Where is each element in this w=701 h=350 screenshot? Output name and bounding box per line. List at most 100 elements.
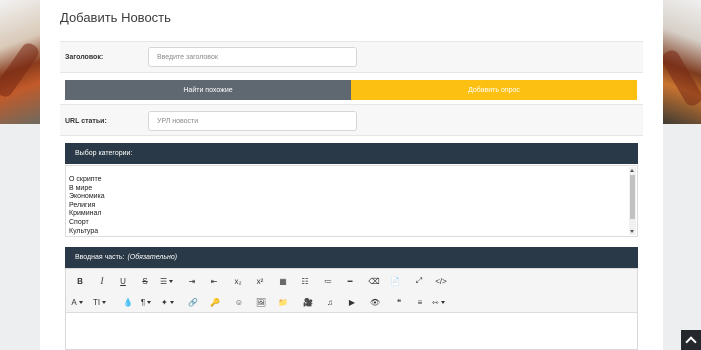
bold-button[interactable]: B — [74, 274, 86, 288]
left-decorative-banner — [0, 0, 40, 124]
add-news-panel: Добавить Новость Заголовок: Найти похожи… — [40, 0, 663, 350]
chevron-up-icon — [685, 336, 697, 348]
caret-down-icon — [169, 279, 174, 283]
font-color-icon: A — [71, 297, 77, 307]
category-option[interactable]: Религия — [69, 202, 105, 211]
category-option[interactable]: В мире — [69, 185, 105, 194]
unordered-list-icon: ☷ — [301, 276, 309, 286]
category-option[interactable]: Культура — [69, 228, 105, 237]
url-input[interactable] — [148, 111, 357, 131]
category-scrollbar[interactable] — [629, 167, 636, 235]
caret-down-icon — [102, 300, 107, 304]
strikethrough-icon: S — [142, 276, 148, 286]
underline-icon: U — [120, 276, 126, 286]
audio-button[interactable]: ♫ — [324, 295, 336, 309]
category-option[interactable]: Экономика — [69, 193, 105, 202]
url-row: URL статьи: — [60, 104, 643, 136]
paragraph-dropdown[interactable]: ¶ — [140, 295, 152, 309]
video-button[interactable]: 🎥 — [302, 295, 314, 309]
caret-down-icon — [440, 300, 445, 304]
right-decorative-banner — [663, 0, 701, 124]
underline-button[interactable]: U — [117, 274, 129, 288]
clear-format-icon: ⌫ — [368, 276, 380, 286]
horizontal-line-icon: ━ — [347, 276, 353, 286]
quote-icon: ❝ — [396, 297, 402, 307]
superscript-icon: x² — [256, 276, 264, 286]
toolbar-row-1: B I U S ☰ ⇥ ⇤ x₂ x² ▦ ☷ ≔ ━ ⌫ 📄 ⤢ </> — [66, 270, 637, 292]
link-icon: 🔗 — [188, 297, 198, 307]
paste-text-button[interactable]: 📄 — [389, 274, 401, 288]
hide-icon: 👁 — [369, 297, 381, 307]
horizontal-line-button[interactable]: ━ — [344, 274, 356, 288]
quote-button[interactable]: ❝ — [393, 295, 405, 309]
intro-header-note: (Обязательно) — [127, 254, 178, 261]
strikethrough-button[interactable]: S — [139, 274, 151, 288]
category-select[interactable]: О скрипте В мире Экономика Религия Крими… — [65, 165, 638, 237]
scroll-thumb[interactable] — [630, 175, 635, 219]
ordered-list-icon: ≔ — [324, 276, 332, 286]
youtube-button[interactable]: ▶ — [346, 295, 358, 309]
ordered-list-button[interactable]: ≔ — [322, 274, 334, 288]
italic-button[interactable]: I — [96, 274, 108, 288]
youtube-icon: ▶ — [348, 297, 356, 307]
page-break-dropdown[interactable]: ⇿ — [432, 295, 445, 309]
hide-button[interactable]: 👁 — [369, 295, 381, 309]
font-size-dropdown[interactable]: TI — [93, 295, 107, 309]
outdent-icon: ⇤ — [210, 276, 218, 286]
folder-button[interactable]: 📁 — [277, 295, 289, 309]
image-button[interactable]: 🖼 — [255, 295, 267, 309]
align-dropdown[interactable]: ☰ — [160, 274, 174, 288]
page-break-icon: ⇿ — [432, 297, 439, 307]
url-label: URL статьи: — [65, 118, 107, 125]
align-justify-icon: ≡ — [417, 297, 423, 307]
find-similar-button[interactable]: Найти похожие — [65, 80, 351, 100]
category-list: О скрипте В мире Экономика Религия Крими… — [69, 176, 105, 236]
video-icon: 🎥 — [303, 297, 313, 307]
folder-icon: 📁 — [278, 297, 288, 307]
category-header-text: Выбор категории: — [75, 150, 133, 157]
font-color-dropdown[interactable]: A — [71, 295, 83, 309]
magic-format-dropdown[interactable]: ✦ — [161, 295, 174, 309]
title-input[interactable] — [148, 47, 357, 67]
category-header: Выбор категории: — [65, 143, 638, 164]
scroll-down-arrow-icon[interactable] — [630, 230, 634, 233]
fill-color-icon: 💧 — [123, 297, 133, 307]
spoiler-key-icon: 🔑 — [210, 297, 220, 307]
add-poll-button[interactable]: Добавить опрос — [351, 80, 637, 100]
category-option[interactable]: Криминал — [69, 210, 105, 219]
bold-icon: B — [77, 276, 83, 286]
emoji-icon: ☺ — [234, 297, 244, 307]
indent-icon: ⇥ — [188, 276, 196, 286]
intro-editor-body[interactable] — [66, 313, 637, 349]
unordered-list-button[interactable]: ☷ — [299, 274, 311, 288]
caret-down-icon — [169, 300, 174, 304]
superscript-button[interactable]: x² — [254, 274, 266, 288]
outdent-button[interactable]: ⇤ — [208, 274, 220, 288]
audio-icon: ♫ — [327, 297, 333, 307]
clear-format-button[interactable]: ⌫ — [368, 274, 380, 288]
title-label: Заголовок: — [65, 54, 104, 61]
fullscreen-button[interactable]: ⤢ — [413, 274, 425, 288]
caret-down-icon — [78, 300, 83, 304]
table-button[interactable]: ▦ — [277, 274, 289, 288]
code-view-icon: </> — [435, 276, 447, 286]
emoji-button[interactable]: ☺ — [233, 295, 245, 309]
align-icon: ☰ — [160, 276, 168, 286]
indent-button[interactable]: ⇥ — [186, 274, 198, 288]
align-justify-button[interactable]: ≡ — [414, 295, 426, 309]
caret-down-icon — [147, 300, 152, 304]
link-button[interactable]: 🔗 — [187, 295, 199, 309]
fill-color-button[interactable]: 💧 — [122, 295, 134, 309]
image-icon: 🖼 — [255, 297, 267, 307]
category-option[interactable]: О скрипте — [69, 176, 105, 185]
scroll-up-arrow-icon[interactable] — [630, 169, 634, 172]
code-view-button[interactable]: </> — [435, 274, 447, 288]
intro-editor: B I U S ☰ ⇥ ⇤ x₂ x² ▦ ☷ ≔ ━ ⌫ 📄 ⤢ </> A TI 💧 ¶ ✦ 🔗 🔑 ☺ 🖼 📁 🎥 ♫ ▶ 👁 ❝ ≡ ⇿ — [65, 268, 638, 350]
paragraph-icon: ¶ — [140, 297, 146, 307]
category-option[interactable]: Спорт — [69, 219, 105, 228]
italic-icon: I — [100, 276, 104, 286]
scroll-to-top-button[interactable] — [681, 330, 701, 350]
intro-header-text: Вводная часть: — [75, 254, 125, 261]
spoiler-key-button[interactable]: 🔑 — [209, 295, 221, 309]
subscript-button[interactable]: x₂ — [232, 274, 244, 288]
